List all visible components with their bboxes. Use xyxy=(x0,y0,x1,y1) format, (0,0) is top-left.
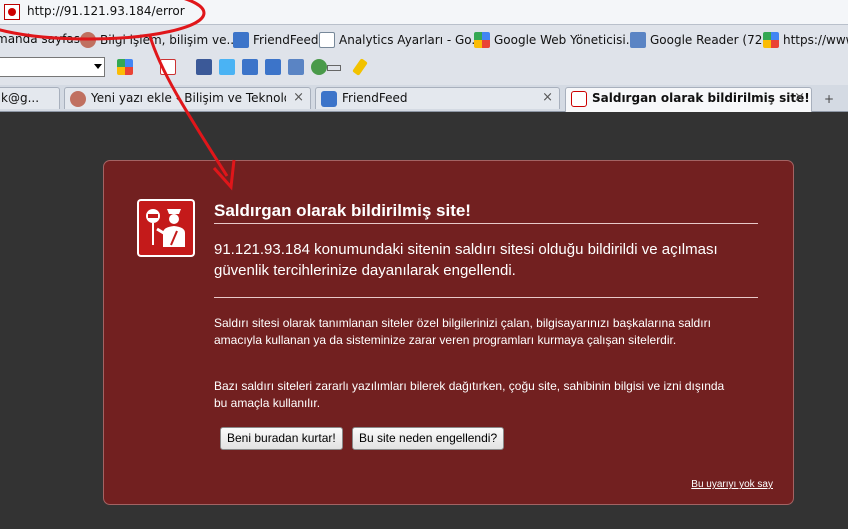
gmail-icon[interactable] xyxy=(160,59,176,75)
twitter-icon[interactable] xyxy=(219,59,235,75)
why-blocked-button[interactable]: Bu site neden engellendi? xyxy=(352,427,505,450)
rss-icon[interactable] xyxy=(288,59,304,75)
close-tab-icon[interactable]: × xyxy=(293,90,304,105)
new-tab-button[interactable]: + xyxy=(815,89,843,109)
bookmark-label: Google Web Yöneticisi... xyxy=(494,33,638,47)
bookmark-label: Google Reader (724) xyxy=(650,33,775,47)
close-tab-icon[interactable]: × xyxy=(794,90,805,105)
bookmark-label: Analytics Ayarları - Go... xyxy=(339,33,483,47)
address-url[interactable]: http://91.121.93.184/error xyxy=(27,4,185,18)
bookmarks-toolbar: manda sayfası Bilgi işlem, bilişim ve...… xyxy=(0,27,848,53)
window-icon[interactable] xyxy=(327,65,341,71)
bookmark-item-5[interactable]: Google Reader (724) xyxy=(630,32,775,48)
bookmark-label: Bilgi işlem, bilişim ve... xyxy=(100,33,238,47)
search-engine-dropdown[interactable] xyxy=(0,57,105,77)
get-me-out-button[interactable]: Beni buradan kurtar! xyxy=(220,427,343,450)
bookmark-item-6[interactable]: https://www xyxy=(763,32,848,48)
chevron-down-icon xyxy=(94,64,102,69)
ignore-warning-link[interactable]: Bu uyarıyı yok say xyxy=(691,479,773,490)
bookmark-label: FriendFeed xyxy=(253,33,319,47)
address-bar[interactable]: http://91.121.93.184/error xyxy=(0,0,848,25)
site-blocked-icon xyxy=(571,91,587,107)
police-officer-icon-svg xyxy=(146,209,185,247)
avatar-icon xyxy=(80,32,96,48)
error-title: Saldırgan olarak bildirilmiş site! xyxy=(214,201,471,220)
bookmark-item-1[interactable]: Bilgi işlem, bilişim ve... xyxy=(80,32,238,48)
rss-icon xyxy=(630,32,646,48)
bookmark-item-2[interactable]: FriendFeed xyxy=(233,32,319,48)
bookmark-item-4[interactable]: Google Web Yöneticisi... xyxy=(474,32,637,48)
tab-1[interactable]: Yeni yazı ekle ‹ Bilişim ve Teknoloji ..… xyxy=(64,87,311,109)
title-divider xyxy=(214,223,758,224)
navigation-toolbar xyxy=(0,55,848,81)
description-divider xyxy=(214,297,758,298)
site-blocked-icon xyxy=(4,4,20,20)
avatar-icon xyxy=(70,91,86,107)
google-icon xyxy=(474,32,490,48)
bookmark-item-0[interactable]: manda sayfası xyxy=(0,32,83,46)
pencil-icon[interactable] xyxy=(352,58,368,76)
bookmark-label: manda sayfası xyxy=(0,32,84,46)
tab-0[interactable]: k@g... xyxy=(0,87,60,109)
facebook-icon[interactable] xyxy=(196,59,212,75)
google-icon xyxy=(763,32,779,48)
tab-3-active[interactable]: Saldırgan olarak bildirilmiş site! × xyxy=(565,87,812,112)
analytics-icon xyxy=(319,32,335,48)
bookmark-label: https://www xyxy=(783,33,848,47)
tab-2[interactable]: FriendFeed × xyxy=(315,87,560,109)
friendfeed-icon xyxy=(233,32,249,48)
tab-title: Yeni yazı ekle ‹ Bilişim ve Teknoloji ..… xyxy=(91,91,286,105)
error-long-description-2: Bazı saldırı siteleri zararlı yazılımlar… xyxy=(214,379,725,410)
share-icon[interactable] xyxy=(311,59,327,75)
tab-title: k@g... xyxy=(1,91,40,105)
bookmark-item-3[interactable]: Analytics Ayarları - Go... xyxy=(319,32,483,48)
close-tab-icon[interactable]: × xyxy=(542,90,553,105)
police-officer-icon xyxy=(137,199,195,257)
error-long-description-1: Saldırı sitesi olarak tanımlanan siteler… xyxy=(214,316,711,347)
tab-title: FriendFeed xyxy=(342,91,408,105)
friendfeed-icon xyxy=(321,91,337,107)
error-short-description: 91.121.93.184 konumundaki sitenin saldır… xyxy=(214,241,718,279)
google-icon[interactable] xyxy=(117,59,133,75)
tab-title: Saldırgan olarak bildirilmiş site! xyxy=(592,91,810,105)
friendfeed-icon[interactable] xyxy=(242,59,258,75)
friendfeed-icon[interactable] xyxy=(265,59,281,75)
attack-site-warning-panel: Saldırgan olarak bildirilmiş site! 91.12… xyxy=(103,160,794,505)
tab-strip: k@g... Yeni yazı ekle ‹ Bilişim ve Tekno… xyxy=(0,85,848,112)
browser-chrome: http://91.121.93.184/error manda sayfası… xyxy=(0,0,848,112)
